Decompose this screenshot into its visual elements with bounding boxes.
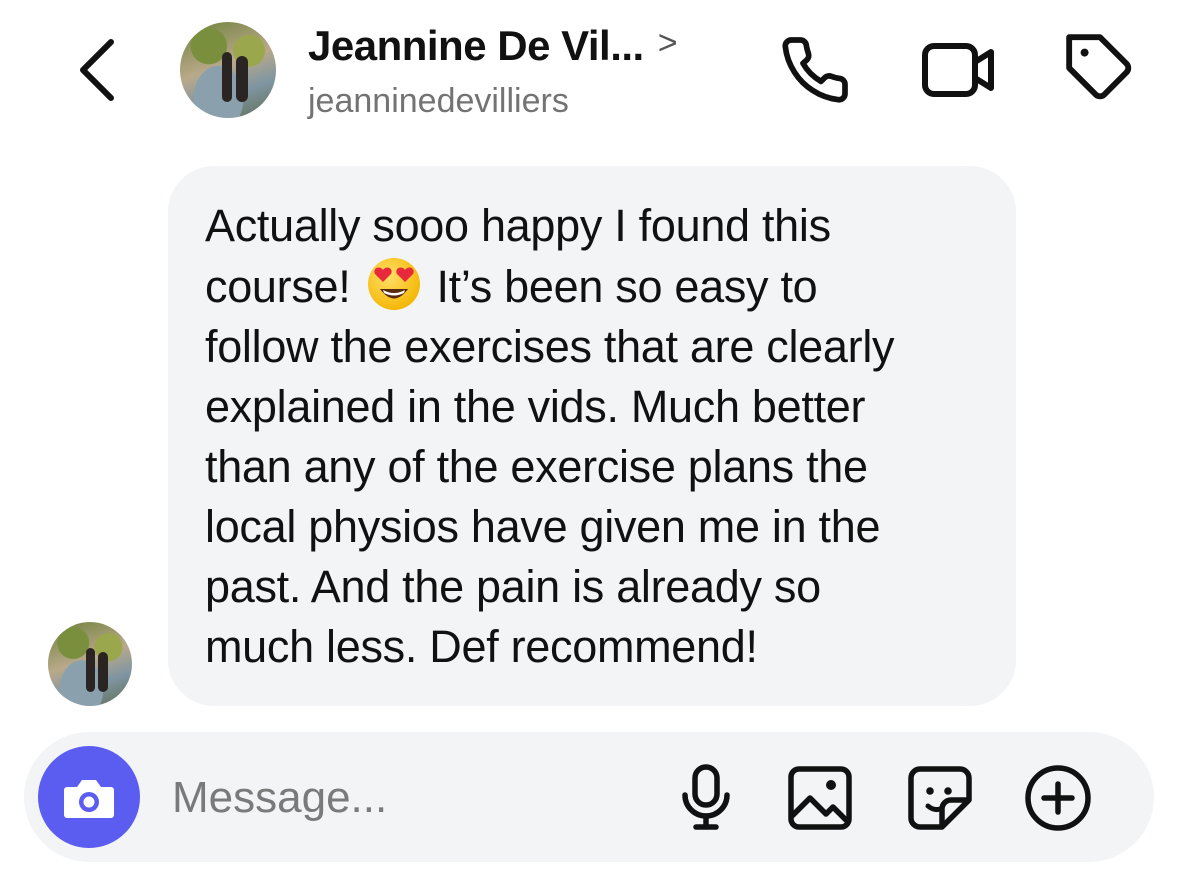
more-options-button[interactable] bbox=[1018, 760, 1098, 836]
video-call-button[interactable] bbox=[910, 30, 1005, 110]
chevron-left-icon bbox=[80, 39, 114, 101]
camera-icon bbox=[64, 780, 114, 818]
video-camera-icon bbox=[921, 43, 994, 97]
message-text-part-2: It’s been so easy to follow the exercise… bbox=[205, 261, 895, 672]
contact-name: Jeannine De Vil... bbox=[308, 22, 644, 69]
contact-avatar[interactable] bbox=[180, 22, 276, 118]
plus-circle-icon bbox=[1025, 765, 1091, 831]
heart-eyes-emoji-icon bbox=[366, 256, 422, 312]
sticker-button[interactable] bbox=[900, 760, 980, 836]
contact-name-row[interactable]: Jeannine De Vil... > bbox=[308, 22, 678, 70]
call-button[interactable] bbox=[770, 30, 860, 110]
camera-button[interactable] bbox=[38, 746, 140, 848]
contact-username: jeanninedevilliers bbox=[308, 82, 569, 120]
gallery-button[interactable] bbox=[780, 760, 860, 836]
tag-icon bbox=[1066, 34, 1132, 100]
message-bubble[interactable]: Actually sooo happy I found this course!… bbox=[168, 166, 1016, 706]
phone-icon bbox=[782, 37, 848, 103]
tag-button[interactable] bbox=[1055, 28, 1145, 108]
sender-avatar[interactable] bbox=[48, 622, 132, 706]
sticker-icon bbox=[908, 766, 972, 830]
message-text: Actually sooo happy I found this course!… bbox=[205, 196, 986, 677]
back-button[interactable] bbox=[62, 30, 132, 110]
voice-message-button[interactable] bbox=[668, 760, 744, 836]
microphone-icon bbox=[682, 764, 730, 830]
image-icon bbox=[788, 766, 852, 830]
message-input[interactable] bbox=[170, 762, 644, 834]
chevron-right-icon: > bbox=[657, 23, 678, 62]
